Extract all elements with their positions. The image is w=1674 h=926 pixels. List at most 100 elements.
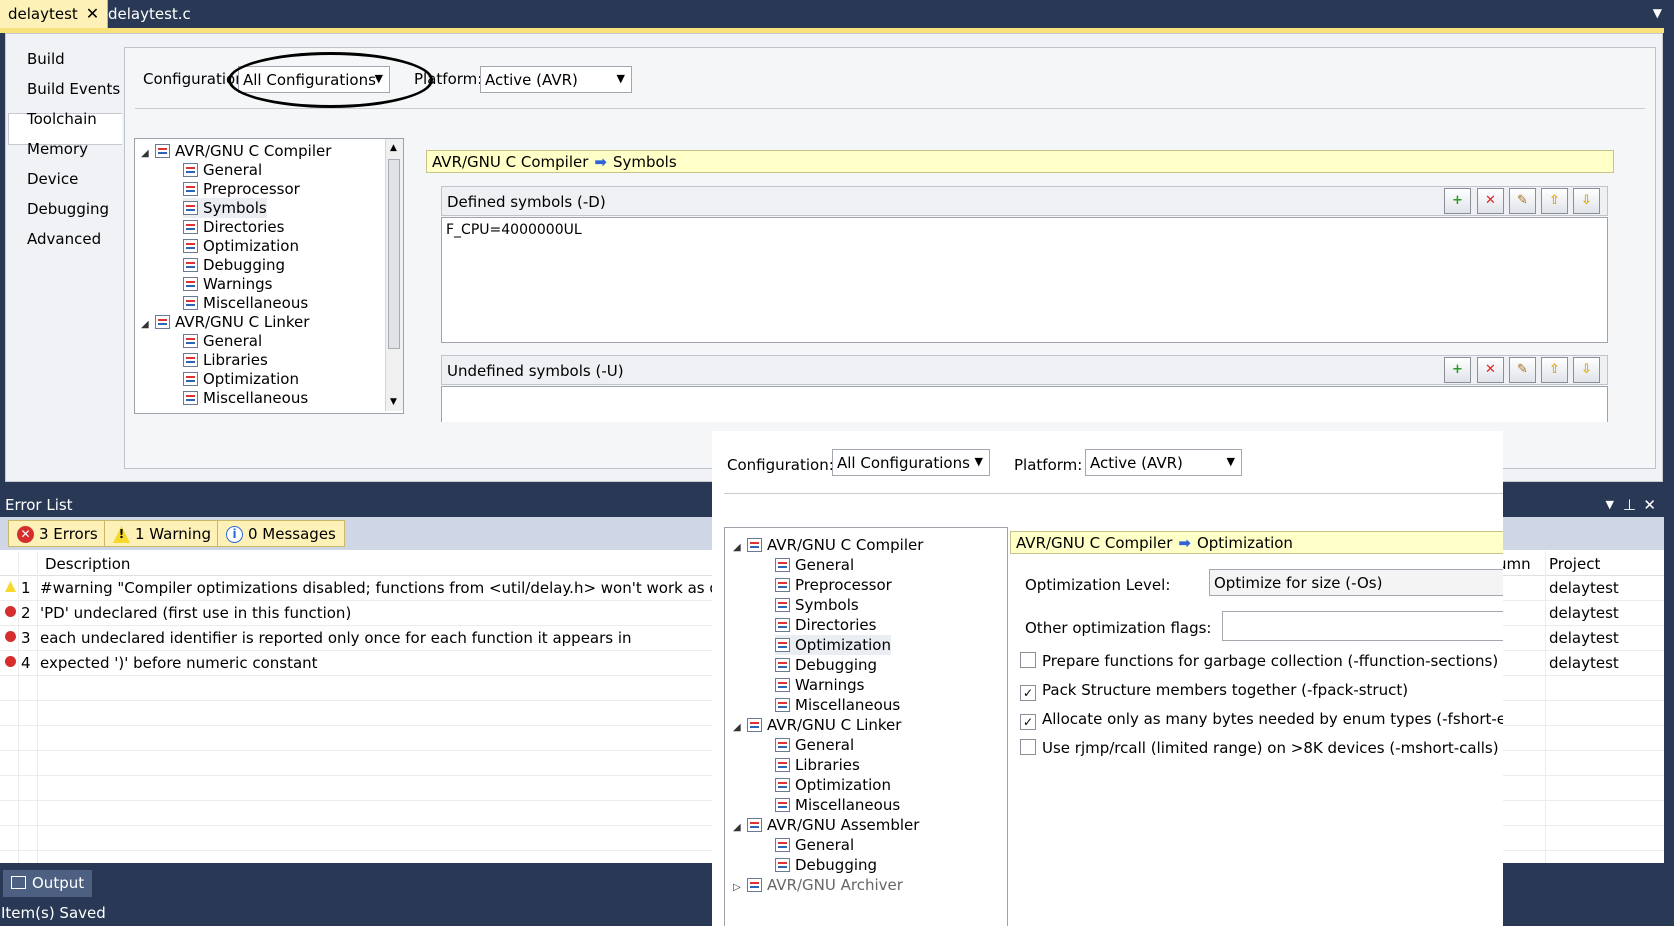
close-icon[interactable]: ✕ [1643,493,1656,517]
collapse-icon[interactable]: ◢ [733,538,747,558]
tree-node-general[interactable]: General [775,555,854,575]
move-up-button[interactable]: ⇧ [1541,357,1568,383]
edit-item-button[interactable]: ✎ [1509,188,1536,214]
expand-icon[interactable]: ▷ [733,878,747,898]
defined-symbols-header: Defined symbols (-D) [441,186,1608,216]
tree-node-c-linker[interactable]: ◢ AVR/GNU C Linker [733,715,901,735]
sidebar-item-toolchain[interactable]: Toolchain [27,104,97,134]
scrollbar-thumb[interactable] [388,159,400,349]
tree-node-linker-optimization[interactable]: Optimization [183,369,299,389]
tree-node-linker-optimization[interactable]: Optimization [775,775,891,795]
settings-page-icon [183,353,198,367]
tree-node-optimization[interactable]: Optimization [775,635,891,655]
checkbox-ffunction-sections[interactable] [1020,652,1036,668]
checkbox-mshort-calls[interactable] [1020,739,1036,755]
checkbox-row-mshort-calls[interactable]: Use rjmp/rcall (limited range) on >8K de… [1020,739,1499,757]
tree-node-libraries[interactable]: Libraries [183,350,268,370]
tree-node-miscellaneous[interactable]: Miscellaneous [775,695,900,715]
platform-dropdown[interactable]: Active (AVR) ▼ [1085,449,1242,476]
undefined-symbols-list[interactable] [441,386,1608,422]
defined-symbols-list[interactable]: F_CPU=4000000UL [441,217,1608,343]
tree-node-assembler[interactable]: ◢ AVR/GNU Assembler [733,815,919,835]
chevron-down-icon[interactable]: ▼ [1653,6,1662,20]
delete-item-button[interactable]: ✕ [1477,188,1504,214]
checkbox-fpack-struct[interactable]: ✓ [1020,685,1036,701]
collapse-icon[interactable]: ◢ [733,718,747,738]
sidebar-item-device[interactable]: Device [27,164,78,194]
sidebar-item-build-events[interactable]: Build Events [27,74,120,104]
add-icon: + [1452,193,1463,208]
scroll-down-icon[interactable]: ▼ [390,397,397,407]
warnings-filter-button[interactable]: ! 1 Warning [104,520,220,547]
toolchain-tree[interactable]: ◢ AVR/GNU C Compiler General Preprocessor… [724,527,1008,926]
error-icon [5,631,16,642]
output-window-icon [11,876,26,889]
tree-scrollbar[interactable]: ▲ ▼ [385,139,403,411]
tree-node-linker-general[interactable]: General [775,735,854,755]
tree-node-warnings[interactable]: Warnings [775,675,865,695]
settings-page-icon [775,618,790,632]
tree-node-warnings[interactable]: Warnings [183,274,273,294]
tree-node-linker-miscellaneous[interactable]: Miscellaneous [183,388,308,408]
tree-node-directories[interactable]: Directories [775,615,876,635]
tree-node-libraries[interactable]: Libraries [775,755,860,775]
close-icon[interactable]: ✕ [86,4,99,23]
edit-item-button[interactable]: ✎ [1509,357,1536,383]
tree-node-linker-general[interactable]: General [183,331,262,351]
tree-node-assembler-debugging[interactable]: Debugging [775,855,877,875]
scroll-up-icon[interactable]: ▲ [390,143,397,153]
add-item-button[interactable]: + [1444,188,1471,214]
errors-filter-button[interactable]: ✕ 3 Errors [8,520,107,547]
add-item-button[interactable]: + [1444,357,1471,383]
tree-node-debugging[interactable]: Debugging [183,255,285,275]
optimization-level-dropdown[interactable]: Optimize for size (-Os) [1209,569,1503,596]
delete-item-button[interactable]: ✕ [1477,357,1504,383]
messages-filter-button[interactable]: i0 Messages [217,520,345,547]
checkbox-row-ffunction-sections[interactable]: Prepare functions for garbage collection… [1020,652,1498,670]
tab-delaytest-c[interactable]: delaytest.c [100,0,199,28]
settings-page-icon [775,858,790,872]
checkbox-row-fpack-struct[interactable]: ✓ Pack Structure members together (-fpack… [1020,681,1408,701]
collapse-icon[interactable]: ◢ [141,144,155,164]
tree-node-c-linker[interactable]: ◢ AVR/GNU C Linker [141,312,309,332]
tree-node-preprocessor[interactable]: Preprocessor [183,179,300,199]
platform-value: Active (AVR) [485,71,578,89]
output-tab[interactable]: Output [3,870,93,897]
tree-node-general[interactable]: General [183,160,262,180]
tab-delaytest[interactable]: delaytest ✕ [0,0,109,28]
tree-node-c-compiler[interactable]: ◢ AVR/GNU C Compiler [733,535,923,555]
sidebar-item-memory[interactable]: Memory [27,134,88,164]
list-item[interactable]: F_CPU=4000000UL [446,222,582,238]
tree-node-symbols[interactable]: Symbols [183,198,267,218]
tree-node-assembler-general[interactable]: General [775,835,854,855]
tree-node-directories[interactable]: Directories [183,217,284,237]
collapse-icon[interactable]: ◢ [733,818,747,838]
separator [135,108,1645,109]
move-up-button[interactable]: ⇧ [1541,188,1568,214]
sidebar-item-debugging[interactable]: Debugging [27,194,109,224]
tree-node-linker-miscellaneous[interactable]: Miscellaneous [775,795,900,815]
tree-node-preprocessor[interactable]: Preprocessor [775,575,892,595]
move-down-button[interactable]: ⇩ [1573,188,1600,214]
column-header-project[interactable]: Project [1549,555,1600,573]
tree-node-optimization[interactable]: Optimization [183,236,299,256]
tree-node-symbols[interactable]: Symbols [775,595,859,615]
checkbox-row-fshort-enums[interactable]: ✓ Allocate only as many bytes needed by e… [1020,710,1503,730]
collapse-icon[interactable]: ◢ [141,315,155,335]
other-flags-input[interactable] [1222,611,1503,641]
move-down-button[interactable]: ⇩ [1573,357,1600,383]
dropdown-icon[interactable]: ▼ [1606,493,1614,517]
tree-node-archiver[interactable]: ▷ AVR/GNU Archiver [733,875,903,895]
toolchain-tree[interactable]: ◢ AVR/GNU C Compiler General Preprocessor… [134,138,404,414]
tree-node-debugging[interactable]: Debugging [775,655,877,675]
configuration-dropdown[interactable]: All Configurations ▼ [832,449,990,476]
checkbox-fshort-enums[interactable]: ✓ [1020,714,1036,730]
pin-icon[interactable]: ⊥ [1623,493,1636,517]
column-header-description[interactable]: Description [45,555,130,573]
tree-node-c-compiler[interactable]: ◢ AVR/GNU C Compiler [141,141,331,161]
settings-page-icon [155,144,170,158]
sidebar-item-advanced[interactable]: Advanced [27,224,101,254]
tree-node-miscellaneous[interactable]: Miscellaneous [183,293,308,313]
platform-dropdown[interactable]: Active (AVR) ▼ [480,66,632,93]
sidebar-item-build[interactable]: Build [27,44,65,74]
